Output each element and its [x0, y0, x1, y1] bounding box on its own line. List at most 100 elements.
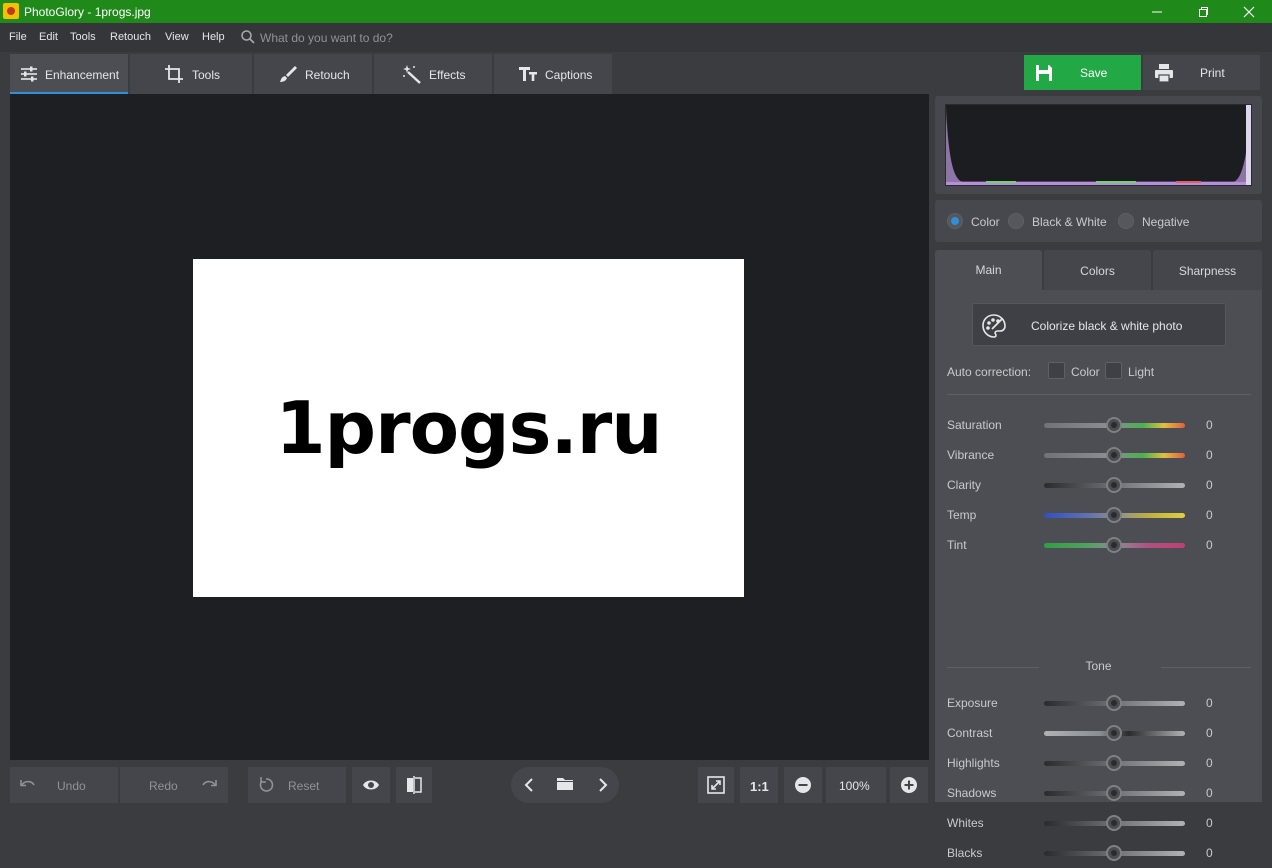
slider-value: 0 — [1206, 756, 1213, 770]
chevron-right-icon[interactable] — [595, 777, 609, 793]
contrast-slider[interactable]: Contrast 0 — [935, 718, 1262, 748]
text-icon — [519, 67, 537, 81]
bw-mode-radio[interactable] — [1008, 213, 1024, 229]
tab-effects-label: Effects — [429, 68, 466, 82]
auto-color-checkbox[interactable] — [1048, 362, 1065, 379]
tool-tabs: Enhancement Tools Retouch Effects Captio… — [0, 52, 930, 94]
crop-icon — [165, 65, 183, 83]
redo-button[interactable]: Redo — [120, 767, 228, 803]
slider-handle[interactable] — [1106, 507, 1122, 523]
menu-bar: File Edit Tools Retouch View Help — [0, 23, 1272, 52]
brush-icon — [280, 66, 297, 82]
redo-label: Redo — [149, 779, 178, 793]
slider-handle[interactable] — [1106, 815, 1122, 831]
slider-handle[interactable] — [1106, 695, 1122, 711]
negative-mode-radio[interactable] — [1118, 213, 1134, 229]
tab-colors[interactable]: Colors — [1044, 250, 1151, 290]
tab-effects[interactable]: Effects — [374, 54, 492, 94]
whites-slider[interactable]: Whites 0 — [935, 808, 1262, 838]
tone-divider-right — [1161, 667, 1251, 668]
tab-main[interactable]: Main — [935, 250, 1042, 290]
slider-handle[interactable] — [1106, 785, 1122, 801]
slider-handle[interactable] — [1106, 755, 1122, 771]
reset-icon — [259, 777, 274, 792]
slider-handle[interactable] — [1106, 417, 1122, 433]
auto-color-label: Color — [1071, 365, 1100, 379]
bw-mode-label: Black & White — [1032, 215, 1107, 229]
folder-icon[interactable] — [556, 776, 574, 792]
zoom-out-icon — [795, 777, 811, 793]
temp-slider[interactable]: Temp 0 — [935, 500, 1262, 530]
zoom-actual-size-button[interactable]: 1:1 — [740, 767, 778, 803]
slider-value: 0 — [1206, 538, 1213, 552]
clarity-slider[interactable]: Clarity 0 — [935, 470, 1262, 500]
tab-captions[interactable]: Captions — [494, 54, 612, 94]
tab-enhancement-label: Enhancement — [45, 68, 120, 82]
settings-sidebar: Color Black & White Negative Main Colors… — [935, 94, 1262, 861]
chevron-left-icon[interactable] — [523, 777, 537, 793]
colorize-photo-label: Colorize black & white photo — [1031, 319, 1183, 333]
vibrance-slider[interactable]: Vibrance 0 — [935, 440, 1262, 470]
shadows-slider[interactable]: Shadows 0 — [935, 778, 1262, 808]
saturation-slider[interactable]: Saturation 0 — [935, 410, 1262, 440]
printer-icon — [1155, 64, 1173, 83]
close-button[interactable] — [1226, 0, 1272, 23]
slider-value: 0 — [1206, 448, 1213, 462]
search-icon — [241, 30, 255, 44]
colorize-photo-button[interactable]: Colorize black & white photo — [972, 303, 1226, 346]
slider-handle[interactable] — [1106, 725, 1122, 741]
compare-icon — [407, 776, 422, 794]
maximize-button[interactable] — [1180, 0, 1226, 23]
undo-icon — [20, 780, 35, 787]
slider-value: 0 — [1206, 846, 1213, 860]
palette-icon — [982, 314, 1006, 338]
zoom-level-value: 100% — [839, 779, 870, 793]
print-button[interactable]: Print — [1143, 55, 1260, 90]
menu-file[interactable]: File — [9, 31, 27, 43]
zoom-in-button[interactable] — [890, 767, 928, 803]
slider-handle[interactable] — [1106, 537, 1122, 553]
color-mode-radio[interactable] — [947, 213, 963, 229]
floppy-disk-icon — [1036, 65, 1052, 81]
histogram — [945, 104, 1252, 186]
menu-retouch[interactable]: Retouch — [110, 31, 151, 43]
blacks-slider[interactable]: Blacks 0 — [935, 838, 1262, 868]
slider-label: Exposure — [947, 696, 998, 710]
slider-value: 0 — [1206, 418, 1213, 432]
exposure-slider[interactable]: Exposure 0 — [935, 688, 1262, 718]
auto-light-label: Light — [1128, 365, 1155, 379]
tab-enhancement[interactable]: Enhancement — [10, 54, 128, 94]
slider-handle[interactable] — [1106, 845, 1122, 861]
reset-button[interactable]: Reset — [248, 767, 346, 803]
preview-button[interactable] — [352, 767, 390, 803]
tab-retouch[interactable]: Retouch — [254, 54, 372, 94]
tab-sharpness[interactable]: Sharpness — [1153, 250, 1262, 290]
tab-tools[interactable]: Tools — [130, 54, 252, 94]
tab-tools-label: Tools — [192, 68, 221, 82]
eye-icon — [363, 780, 379, 790]
menu-view[interactable]: View — [165, 31, 189, 43]
histogram-panel — [935, 96, 1262, 194]
print-button-label: Print — [1200, 66, 1225, 80]
menu-tools[interactable]: Tools — [70, 31, 96, 43]
highlights-slider[interactable]: Highlights 0 — [935, 748, 1262, 778]
minimize-button[interactable] — [1134, 0, 1180, 23]
menu-help[interactable]: Help — [202, 31, 225, 43]
slider-handle[interactable] — [1106, 477, 1122, 493]
fit-to-screen-button[interactable] — [698, 767, 734, 803]
save-button[interactable]: Save — [1024, 55, 1141, 90]
search-input[interactable] — [260, 30, 560, 46]
undo-button[interactable]: Undo — [10, 767, 118, 803]
color-mode-panel: Color Black & White Negative — [935, 200, 1262, 242]
title-bar: PhotoGlory - 1progs.jpg — [0, 0, 1272, 23]
auto-light-checkbox[interactable] — [1105, 362, 1122, 379]
tint-slider[interactable]: Tint 0 — [935, 530, 1262, 560]
image-canvas[interactable]: 1progs.ru — [10, 94, 929, 760]
tab-captions-label: Captions — [545, 68, 593, 82]
menu-edit[interactable]: Edit — [39, 31, 58, 43]
compare-button[interactable] — [396, 767, 432, 803]
zoom-out-button[interactable] — [784, 767, 822, 803]
zoom-level[interactable]: 100% — [826, 767, 886, 803]
slider-label: Tint — [947, 538, 967, 552]
slider-handle[interactable] — [1106, 447, 1122, 463]
